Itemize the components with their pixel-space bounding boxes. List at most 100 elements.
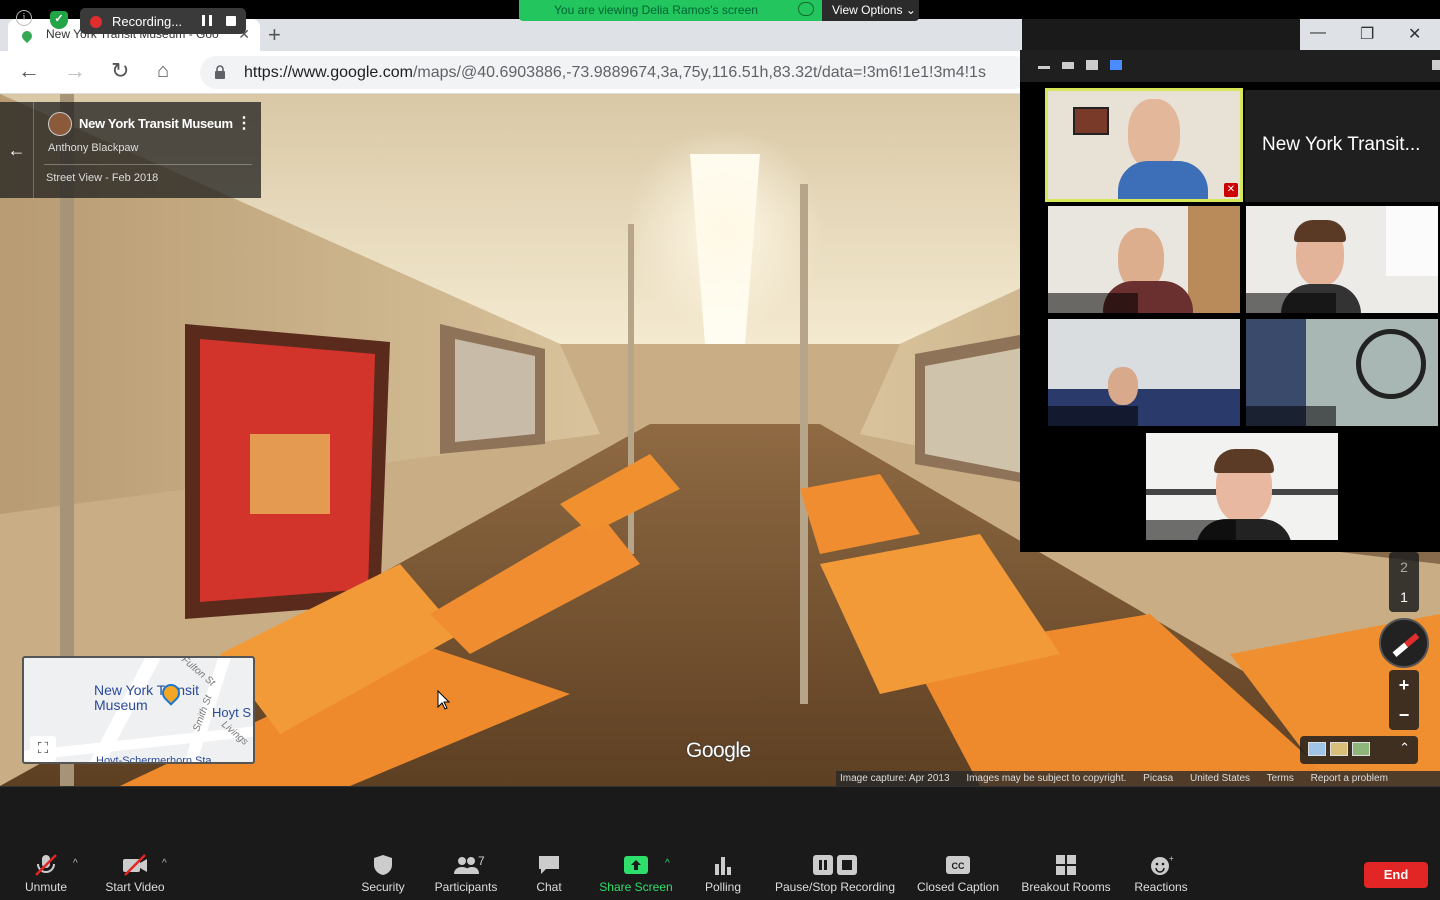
- restore-icon[interactable]: ❐: [1360, 24, 1374, 44]
- record-icon: [90, 16, 102, 28]
- pause-icon[interactable]: [202, 15, 212, 26]
- participants-button[interactable]: 7 Participants: [430, 846, 502, 900]
- close-window-icon[interactable]: ✕: [1408, 24, 1421, 44]
- closed-caption-label: Closed Caption: [916, 880, 1000, 894]
- shield-icon[interactable]: ✓: [50, 11, 68, 29]
- compass-icon[interactable]: [1379, 618, 1429, 668]
- audio-options-caret-icon[interactable]: ^: [73, 858, 78, 869]
- breakout-rooms-button[interactable]: Breakout Rooms: [1016, 846, 1116, 900]
- new-tab-icon[interactable]: +: [268, 22, 281, 48]
- camera-off-icon: [123, 854, 147, 876]
- thumbnail-icon[interactable]: [1330, 742, 1348, 756]
- meeting-controls: Unmute ^ Start Video ^ Security 7 Partic…: [0, 846, 1440, 900]
- end-meeting-button[interactable]: End: [1364, 862, 1428, 888]
- floor-selector: 2 1: [1389, 552, 1419, 612]
- author-name[interactable]: Anthony Blackpaw: [48, 142, 139, 154]
- collapse-icon[interactable]: [1432, 60, 1440, 70]
- status-strip: [0, 786, 1440, 846]
- muted-icon: ✕: [1224, 183, 1238, 197]
- gallery-view-icon[interactable]: [1110, 60, 1122, 70]
- report-problem-link[interactable]: Report a problem: [1311, 773, 1388, 784]
- security-label: Security: [361, 880, 405, 894]
- speaker-strip-icon[interactable]: [1062, 62, 1074, 69]
- share-options-caret-icon[interactable]: ^: [665, 858, 670, 869]
- unmute-label: Unmute: [24, 880, 68, 894]
- unmute-button[interactable]: Unmute: [18, 846, 74, 900]
- participant-video[interactable]: [1246, 206, 1438, 313]
- participant-name-tile[interactable]: New York Transit...: [1245, 90, 1440, 202]
- screen: New York Transit Museum - Goo ✕ + — ❐ ✕ …: [0, 0, 1440, 900]
- forward-arrow-icon[interactable]: →: [64, 59, 86, 83]
- home-icon[interactable]: ⌂: [157, 59, 169, 83]
- minimize-icon[interactable]: —: [1310, 24, 1326, 42]
- participant-video-active[interactable]: ✕: [1045, 88, 1243, 202]
- thumbnail-icon[interactable]: [1308, 742, 1326, 756]
- view-options-button[interactable]: View Options ⌄: [822, 0, 919, 21]
- zoom-out-button[interactable]: −: [1389, 700, 1419, 730]
- share-screen-button[interactable]: Share Screen: [596, 846, 676, 900]
- viewing-banner: You are viewing Delia Ramos's screen: [519, 0, 822, 21]
- start-video-button[interactable]: Start Video: [100, 846, 170, 900]
- view-options-label: View Options: [832, 3, 903, 17]
- participants-icon: [454, 857, 479, 874]
- author-avatar[interactable]: [48, 112, 72, 136]
- reactions-button[interactable]: + Reactions: [1130, 846, 1192, 900]
- svg-text:+: +: [1169, 854, 1174, 863]
- polling-button[interactable]: Polling: [700, 846, 746, 900]
- region-label[interactable]: United States: [1190, 773, 1250, 784]
- microphone-muted-icon: [35, 854, 57, 876]
- address-bar[interactable]: https://www.google.com/maps/@40.6903886,…: [200, 56, 1030, 89]
- reload-icon[interactable]: ↻: [111, 59, 129, 83]
- pause-stop-recording-button[interactable]: Pause/Stop Recording: [770, 846, 900, 900]
- svg-text:CC: CC: [952, 861, 965, 871]
- cloud-icon: [798, 2, 814, 16]
- maps-favicon-icon: [19, 28, 35, 44]
- chat-button[interactable]: Chat: [530, 846, 568, 900]
- more-options-icon[interactable]: ⋮: [236, 113, 252, 133]
- browser-toolbar: ← → ↻ ⌂ https://www.google.com/maps/@40.…: [0, 51, 1030, 94]
- minimize-view-icon[interactable]: [1038, 66, 1050, 69]
- security-button[interactable]: Security: [356, 846, 410, 900]
- picasa-link[interactable]: Picasa: [1143, 773, 1173, 784]
- participants-label: Participants: [434, 880, 498, 894]
- mini-map[interactable]: New York Transit Museum Fulton St Smith …: [22, 656, 255, 764]
- back-arrow-icon[interactable]: ←: [18, 59, 40, 83]
- url-path: /maps/@40.6903886,-73.9889674,3a,75y,116…: [412, 64, 986, 81]
- floor-1-button[interactable]: 1: [1389, 582, 1419, 612]
- info-icon[interactable]: i: [16, 10, 32, 26]
- recording-label: Recording...: [112, 14, 183, 29]
- back-arrow-icon[interactable]: ←: [0, 102, 34, 198]
- expand-map-icon[interactable]: ⛶: [30, 736, 56, 762]
- closed-caption-icon: CC: [946, 856, 970, 874]
- participant-video[interactable]: [1146, 433, 1338, 540]
- pause-stop-icon: [813, 855, 857, 875]
- shield-icon: [374, 855, 392, 875]
- chevron-up-icon[interactable]: ⌃: [1399, 740, 1410, 756]
- zoom-in-button[interactable]: +: [1389, 670, 1419, 700]
- lock-icon: [215, 65, 225, 79]
- chat-label: Chat: [536, 880, 562, 894]
- participant-video[interactable]: [1246, 319, 1438, 426]
- participant-name: New York Transit...: [1262, 134, 1421, 155]
- place-name[interactable]: New York Transit Museum: [79, 116, 233, 131]
- floor-2-button[interactable]: 2: [1389, 552, 1419, 582]
- zoom-controls: + −: [1389, 670, 1419, 730]
- pause-stop-recording-label: Pause/Stop Recording: [774, 880, 896, 894]
- divider: [44, 164, 252, 165]
- thumbnail-icon[interactable]: [1352, 742, 1370, 756]
- polling-label: Polling: [704, 880, 742, 894]
- video-gallery: ✕ New York Transit...: [1020, 50, 1440, 552]
- place-info-card: ← New York Transit Museum ⋮ Anthony Blac…: [0, 102, 261, 198]
- mouse-cursor-icon: [437, 690, 451, 710]
- imagery-thumbnails[interactable]: ⌃: [1300, 736, 1418, 764]
- recording-indicator: Recording...: [80, 8, 246, 34]
- url-text: https://www.google.com/maps/@40.6903886,…: [244, 64, 986, 82]
- reactions-label: Reactions: [1134, 880, 1188, 894]
- speaker-view-icon[interactable]: [1086, 60, 1098, 70]
- terms-link[interactable]: Terms: [1267, 773, 1294, 784]
- participant-video[interactable]: [1048, 206, 1240, 313]
- participant-video[interactable]: [1048, 319, 1240, 426]
- video-options-caret-icon[interactable]: ^: [162, 858, 167, 869]
- stop-icon[interactable]: [226, 16, 236, 26]
- closed-caption-button[interactable]: CC Closed Caption: [912, 846, 1004, 900]
